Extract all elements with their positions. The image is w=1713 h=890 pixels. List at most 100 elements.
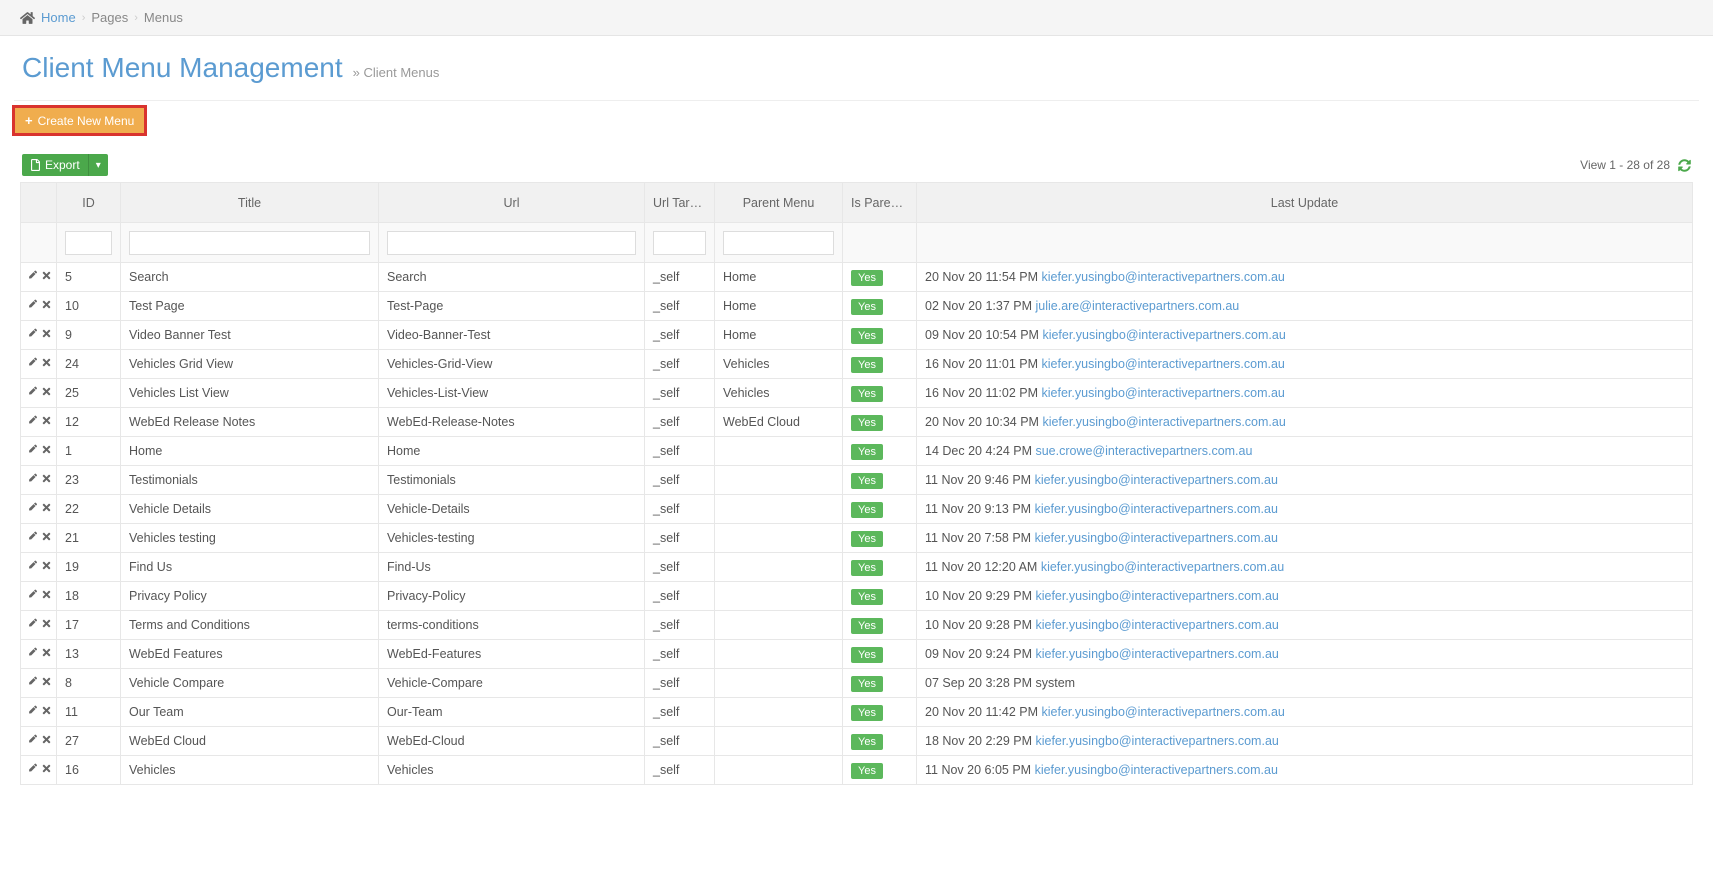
edit-icon[interactable]	[26, 560, 37, 574]
delete-icon[interactable]	[41, 299, 52, 313]
cell-target: _self	[645, 669, 715, 698]
status-badge: Yes	[851, 299, 883, 315]
user-link[interactable]: kiefer.yusingbo@interactivepartners.com.…	[1041, 560, 1284, 574]
delete-icon[interactable]	[41, 415, 52, 429]
delete-icon[interactable]	[41, 618, 52, 632]
create-button-label: Create New Menu	[38, 114, 135, 128]
filter-title-input[interactable]	[129, 231, 370, 255]
edit-icon[interactable]	[26, 473, 37, 487]
user-link[interactable]: kiefer.yusingbo@interactivepartners.com.…	[1042, 386, 1285, 400]
delete-icon[interactable]	[41, 502, 52, 516]
edit-icon[interactable]	[26, 502, 37, 516]
delete-icon[interactable]	[41, 357, 52, 371]
user-link[interactable]: kiefer.yusingbo@interactivepartners.com.…	[1035, 589, 1278, 603]
delete-icon[interactable]	[41, 647, 52, 661]
delete-icon[interactable]	[41, 531, 52, 545]
edit-icon[interactable]	[26, 328, 37, 342]
export-button[interactable]: Export	[22, 154, 88, 176]
col-url-header[interactable]: Url	[379, 183, 645, 223]
cell-isparent: Yes	[843, 698, 917, 727]
delete-icon[interactable]	[41, 763, 52, 777]
cell-id: 23	[57, 466, 121, 495]
user-link[interactable]: kiefer.yusingbo@interactivepartners.com.…	[1035, 647, 1278, 661]
status-badge: Yes	[851, 705, 883, 721]
delete-icon[interactable]	[41, 734, 52, 748]
filter-url-input[interactable]	[387, 231, 636, 255]
status-badge: Yes	[851, 734, 883, 750]
cell-isparent: Yes	[843, 524, 917, 553]
delete-icon[interactable]	[41, 705, 52, 719]
page-header: Client Menu Management » Client Menus	[0, 36, 1713, 100]
col-update-header[interactable]: Last Update	[917, 183, 1693, 223]
status-badge: Yes	[851, 560, 883, 576]
filter-id-input[interactable]	[65, 231, 112, 255]
user-link[interactable]: kiefer.yusingbo@interactivepartners.com.…	[1035, 531, 1278, 545]
delete-icon[interactable]	[41, 270, 52, 284]
user-link[interactable]: sue.crowe@interactivepartners.com.au	[1035, 444, 1252, 458]
cell-target: _self	[645, 698, 715, 727]
table-row: 24Vehicles Grid ViewVehicles-Grid-View_s…	[21, 350, 1693, 379]
refresh-icon[interactable]	[1678, 159, 1691, 172]
cell-title: Vehicle Compare	[121, 669, 379, 698]
create-new-menu-button[interactable]: + Create New Menu	[15, 108, 144, 133]
user-link[interactable]: kiefer.yusingbo@interactivepartners.com.…	[1035, 502, 1278, 516]
user-link[interactable]: kiefer.yusingbo@interactivepartners.com.…	[1042, 328, 1285, 342]
edit-icon[interactable]	[26, 531, 37, 545]
edit-icon[interactable]	[26, 299, 37, 313]
delete-icon[interactable]	[41, 589, 52, 603]
delete-icon[interactable]	[41, 560, 52, 574]
edit-icon[interactable]	[26, 647, 37, 661]
cell-id: 9	[57, 321, 121, 350]
edit-icon[interactable]	[26, 357, 37, 371]
cell-parent	[715, 524, 843, 553]
home-icon[interactable]	[20, 11, 35, 25]
user-link[interactable]: kiefer.yusingbo@interactivepartners.com.…	[1035, 473, 1278, 487]
breadcrumb-home[interactable]: Home	[41, 10, 76, 25]
edit-icon[interactable]	[26, 270, 37, 284]
user-link[interactable]: kiefer.yusingbo@interactivepartners.com.…	[1035, 734, 1278, 748]
user-link[interactable]: kiefer.yusingbo@interactivepartners.com.…	[1035, 763, 1278, 777]
status-badge: Yes	[851, 415, 883, 431]
col-id-header[interactable]: ID	[57, 183, 121, 223]
edit-icon[interactable]	[26, 386, 37, 400]
edit-icon[interactable]	[26, 734, 37, 748]
user-link[interactable]: kiefer.yusingbo@interactivepartners.com.…	[1042, 357, 1285, 371]
edit-icon[interactable]	[26, 444, 37, 458]
edit-icon[interactable]	[26, 705, 37, 719]
user-link[interactable]: kiefer.yusingbo@interactivepartners.com.…	[1042, 270, 1285, 284]
user-link[interactable]: julie.are@interactivepartners.com.au	[1035, 299, 1239, 313]
edit-icon[interactable]	[26, 415, 37, 429]
delete-icon[interactable]	[41, 676, 52, 690]
user-link[interactable]: kiefer.yusingbo@interactivepartners.com.…	[1042, 415, 1285, 429]
cell-lastupdate: 18 Nov 20 2:29 PM kiefer.yusingbo@intera…	[917, 727, 1693, 756]
user-link[interactable]: kiefer.yusingbo@interactivepartners.com.…	[1042, 705, 1285, 719]
filter-parent-input[interactable]	[723, 231, 834, 255]
delete-icon[interactable]	[41, 328, 52, 342]
col-isparent-header[interactable]: Is Parent Menu	[843, 183, 917, 223]
edit-icon[interactable]	[26, 618, 37, 632]
cell-lastupdate: 16 Nov 20 11:02 PM kiefer.yusingbo@inter…	[917, 379, 1693, 408]
cell-isparent: Yes	[843, 727, 917, 756]
delete-icon[interactable]	[41, 444, 52, 458]
delete-icon[interactable]	[41, 386, 52, 400]
filter-target-input[interactable]	[653, 231, 706, 255]
edit-icon[interactable]	[26, 589, 37, 603]
cell-lastupdate: 20 Nov 20 10:34 PM kiefer.yusingbo@inter…	[917, 408, 1693, 437]
cell-isparent: Yes	[843, 379, 917, 408]
cell-url: WebEd-Release-Notes	[379, 408, 645, 437]
edit-icon[interactable]	[26, 763, 37, 777]
cell-url: WebEd-Cloud	[379, 727, 645, 756]
col-parent-header[interactable]: Parent Menu	[715, 183, 843, 223]
cell-parent: Home	[715, 263, 843, 292]
user-link[interactable]: kiefer.yusingbo@interactivepartners.com.…	[1035, 618, 1278, 632]
cell-lastupdate: 02 Nov 20 1:37 PM julie.are@interactivep…	[917, 292, 1693, 321]
edit-icon[interactable]	[26, 676, 37, 690]
cell-lastupdate: 16 Nov 20 11:01 PM kiefer.yusingbo@inter…	[917, 350, 1693, 379]
col-title-header[interactable]: Title	[121, 183, 379, 223]
table-row: 13WebEd FeaturesWebEd-Features_selfYes09…	[21, 640, 1693, 669]
export-dropdown-button[interactable]: ▾	[88, 154, 108, 176]
col-target-header[interactable]: Url Target	[645, 183, 715, 223]
cell-target: _self	[645, 466, 715, 495]
cell-isparent: Yes	[843, 263, 917, 292]
delete-icon[interactable]	[41, 473, 52, 487]
